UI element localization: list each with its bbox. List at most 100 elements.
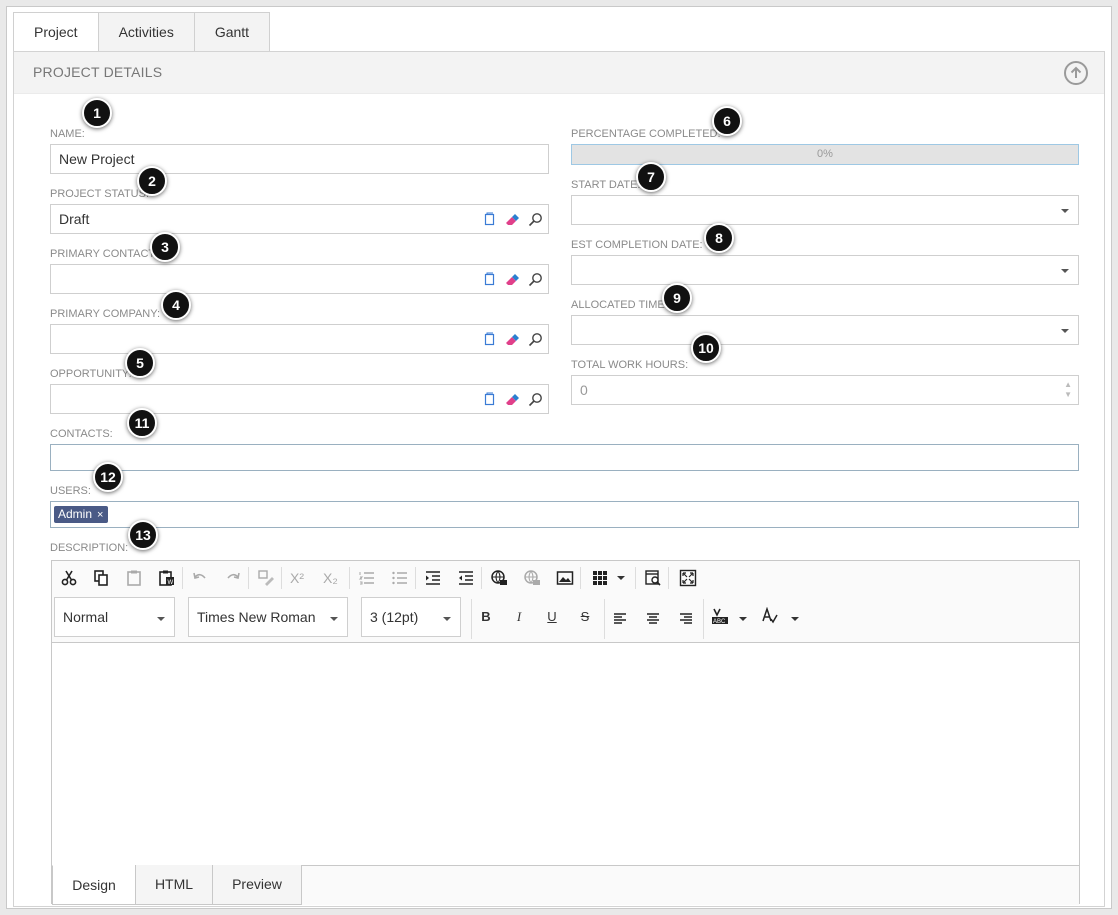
primary-company-field[interactable] (50, 324, 549, 354)
copy-icon[interactable] (481, 271, 498, 288)
eraser-icon[interactable] (504, 271, 521, 288)
numbered-list-icon (358, 569, 376, 587)
align-left-icon[interactable] (611, 610, 629, 628)
annotation-marker-13: 13 (128, 520, 158, 550)
indent-icon[interactable] (424, 569, 442, 587)
copy-icon[interactable] (481, 331, 498, 348)
project-status-field[interactable]: Draft (50, 204, 549, 234)
paragraph-format-select[interactable]: Normal (54, 597, 175, 637)
eraser-icon[interactable] (504, 391, 521, 408)
number-spinner-icon[interactable]: ▲ ▼ (1064, 380, 1072, 400)
collapse-up-icon[interactable] (1064, 61, 1088, 85)
section-title: PROJECT DETAILS (33, 64, 163, 80)
align-right-icon[interactable] (677, 610, 695, 628)
opportunity-field[interactable] (50, 384, 549, 414)
remove-chip-icon[interactable]: × (97, 509, 103, 521)
primary-company-actions (481, 331, 544, 348)
font-family-select[interactable]: Times New Roman (188, 597, 348, 637)
toolbar-separator (668, 567, 669, 589)
est-completion-date-picker[interactable] (571, 255, 1079, 285)
eraser-icon[interactable] (504, 331, 521, 348)
tab-html[interactable]: HTML (135, 865, 213, 905)
insert-link-icon[interactable] (490, 569, 508, 587)
paste-word-icon[interactable]: W (158, 569, 176, 587)
total-work-hours-input[interactable]: 0 ▲ ▼ (571, 375, 1079, 405)
name-input[interactable]: New Project (50, 144, 549, 174)
editor-toolbar-row-1: W X² X₂ (52, 561, 1079, 595)
find-icon[interactable] (644, 569, 662, 587)
annotation-marker-7: 7 (636, 162, 666, 192)
percentage-completed-value: 0% (817, 148, 833, 160)
contacts-multiselect[interactable] (50, 444, 1079, 471)
annotation-marker-2: 2 (137, 166, 167, 196)
eraser-icon[interactable] (504, 211, 521, 228)
tab-gantt[interactable]: Gantt (194, 12, 271, 52)
strikethrough-button[interactable]: S (577, 609, 593, 624)
chevron-down-icon[interactable] (1061, 269, 1069, 273)
search-icon[interactable] (527, 331, 544, 348)
fullscreen-icon[interactable] (679, 569, 697, 587)
spellcheck-icon[interactable]: ABC (711, 607, 729, 625)
chevron-down-icon (157, 617, 165, 621)
align-center-icon[interactable] (644, 610, 662, 628)
insert-table-icon[interactable] (591, 569, 609, 587)
bold-button[interactable]: B (478, 609, 494, 624)
chevron-down-icon[interactable] (617, 576, 625, 580)
users-multiselect[interactable]: Admin × (50, 501, 1079, 528)
copy-icon[interactable] (481, 391, 498, 408)
annotation-marker-11: 11 (127, 408, 157, 438)
italic-button[interactable]: I (511, 609, 527, 625)
tab-project[interactable]: Project (13, 12, 99, 52)
total-work-hours-label: TOTAL WORK HOURS: (571, 359, 689, 371)
toolbar-separator (471, 599, 472, 639)
chevron-down-icon[interactable] (1061, 209, 1069, 213)
project-details-panel: PROJECT DETAILS NAME: New Project PROJEC… (13, 51, 1105, 907)
chevron-down-icon[interactable] (791, 617, 799, 621)
undo-icon (191, 569, 209, 587)
search-icon[interactable] (527, 211, 544, 228)
copy-icon[interactable] (481, 211, 498, 228)
insert-image-icon[interactable] (556, 569, 574, 587)
outdent-icon[interactable] (457, 569, 475, 587)
format-stripper-icon (257, 569, 275, 587)
bullet-list-icon (391, 569, 409, 587)
chevron-down-icon[interactable] (1061, 329, 1069, 333)
text-format-icon[interactable] (761, 606, 779, 625)
toolbar-separator (604, 599, 605, 639)
annotation-marker-9: 9 (662, 283, 692, 313)
toolbar-separator (580, 567, 581, 589)
editor-mode-tabs: Design HTML Preview (52, 865, 1079, 905)
search-icon[interactable] (527, 271, 544, 288)
font-size-value: 3 (12pt) (370, 609, 419, 625)
tab-design[interactable]: Design (52, 865, 136, 905)
redo-icon (224, 569, 242, 587)
subscript-icon: X₂ (323, 570, 338, 586)
search-icon[interactable] (527, 391, 544, 408)
name-label: NAME: (50, 128, 85, 140)
total-work-hours-value: 0 (580, 382, 588, 398)
tab-activities[interactable]: Activities (98, 12, 195, 52)
toolbar-separator (281, 567, 282, 589)
chevron-down-icon (443, 617, 451, 621)
cut-icon[interactable] (60, 569, 78, 587)
description-label: DESCRIPTION: (50, 542, 129, 554)
font-family-value: Times New Roman (197, 609, 316, 625)
underline-button[interactable]: U (544, 609, 560, 624)
allocated-time-label: ALLOCATED TIME: (571, 299, 668, 311)
start-date-picker[interactable] (571, 195, 1079, 225)
primary-contact-field[interactable] (50, 264, 549, 294)
toolbar-separator (248, 567, 249, 589)
est-completion-date-label: EST COMPLETION DATE: (571, 239, 703, 251)
allocated-time-picker[interactable] (571, 315, 1079, 345)
font-size-select[interactable]: 3 (12pt) (361, 597, 461, 637)
toolbar-separator (703, 599, 704, 639)
chevron-down-icon[interactable] (739, 617, 747, 621)
start-date-label: START DATE: (571, 179, 641, 191)
copy-icon[interactable] (92, 569, 110, 587)
user-chip-label: Admin (58, 507, 93, 521)
tab-preview[interactable]: Preview (212, 865, 302, 905)
editor-content-area[interactable] (52, 643, 1079, 865)
superscript-icon: X² (290, 570, 304, 586)
primary-contact-actions (481, 271, 544, 288)
section-header: PROJECT DETAILS (14, 52, 1104, 94)
